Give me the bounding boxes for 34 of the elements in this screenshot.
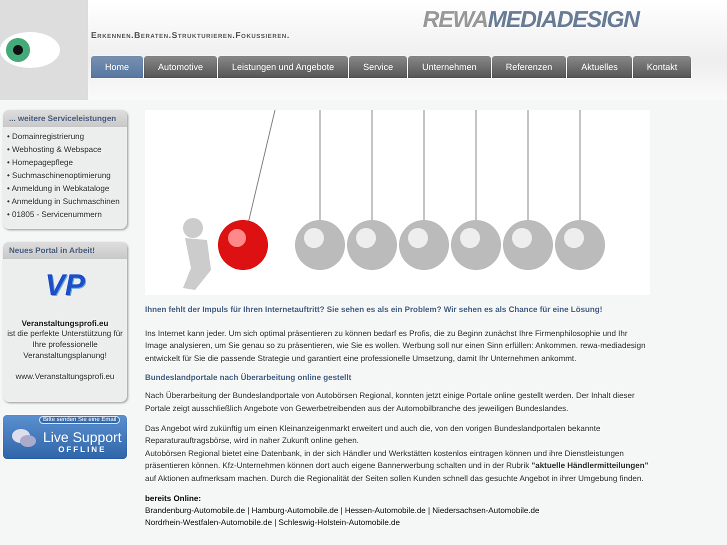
service-link[interactable]: • Domainregistrierung	[3, 130, 127, 143]
logo[interactable]: REWAMEDIADESIGN	[422, 6, 639, 33]
chat-bubbles-icon	[11, 427, 37, 449]
portal-links: Brandenburg-Automobile.de | Hamburg-Automobile.de | Hessen-Automobile.de | Niedersachsen-Automobile.de	[145, 505, 540, 518]
portal-link[interactable]: www.Veranstaltungsprofi.eu	[16, 371, 114, 382]
paragraph: Nach Überarbeitung der Bundeslandportale von Autobörsen Regional, konnten jetzt einige Portale online gestellt werden. Der Inhalt dieser Portale zeigt ausschließlich Angebote von Gewerbetreibenden aus der Automobilbranche des jeweiligen Bundeslandes.	[145, 390, 636, 415]
panel-title: ... weitere Serviceleistungen	[3, 110, 127, 127]
nav-tab[interactable]: Leistungen und Angebote	[218, 56, 348, 78]
live-support-title: Live Support	[43, 428, 122, 444]
nav-tab[interactable]: Service	[349, 56, 408, 78]
tagline: Erkennen.Beraten.Strukturieren.Fokussieren.	[91, 30, 290, 40]
nav-tab[interactable]: Kontakt	[632, 56, 692, 78]
status-label: OFFLINE	[58, 444, 106, 454]
portal-links: Nordrhein-Westfalen-Automobile.de | Schleswig-Holstein-Automobile.de	[145, 517, 401, 530]
nav-tab[interactable]: Automotive	[144, 56, 218, 78]
nav-tab[interactable]: Unternehmen	[408, 56, 491, 78]
service-link[interactable]: • Webhosting & Webspace	[3, 143, 127, 156]
section-heading: Bundeslandportale nach Überarbeitung online gestellt	[145, 373, 352, 382]
intro-paragraph: Ins Internet kann jeder. Um sich optimal präsentieren zu können bedarf es Profis, die zu Beginn zunächst Ihre Firmenphilosophie und Ihr Image analysieren, um Sie genau so zu präsentieren, wie Sie es wollen. Werbung soll nur einen Sinn erfüllen: Ankommen. rewa-mediadesign entwickelt für Sie die passende Strategie und garantiert eine professionelle Umsetzung, damit Ihr Unternehmen ankommt.	[145, 328, 647, 365]
service-link[interactable]: • Anmeldung in Webkataloge	[3, 182, 127, 195]
nav-tab[interactable]: Aktuelles	[567, 56, 632, 78]
portal-name: Veranstaltungsprofi.eu	[22, 319, 108, 328]
nav-tab[interactable]: Home	[91, 56, 144, 78]
nav-tab[interactable]: Referenzen	[492, 56, 566, 78]
headline: Ihnen fehlt der Impuls für Ihren Internetauftritt? Sie sehen es als ein Problem? Wir sehen es als Chance für eine Lösung!	[145, 305, 604, 314]
service-link[interactable]: • Homepagepflege	[3, 156, 127, 169]
paragraph: Das Angebot wird zukünftig um einen Kleinanzeigenmarkt erweitert und auch die, von den vorigen Bundeslandportalen bekannte Reparaturauftragsbörse, wird in naher Zukunft online gehen. Autobörsen Regional bietet eine Datenbank, in der sich Händler und Werkstätten kostenlos eintragen können und ihre Dienstleistungen präsentieren können. Kfz-Unternehmen können dort auch eigene Bannerwerbung schalten und in der Rubrik "aktuelle Händlermitteilungen" auf Aktionen aufmerksam machen. Durch die Regionalität der Seiten sollen Kunden schnell das gesuchte Angebot in ihrer Umgebung finden.	[145, 423, 650, 485]
portal-logo[interactable]: VP	[44, 269, 86, 303]
panel-title: Neues Portal in Arbeit!	[3, 242, 127, 259]
service-link[interactable]: • 01805 - Servicenummern	[3, 208, 127, 221]
portal-description: ist die perfekte Unterstützung für Ihre professionelle Veranstaltungsplanung!	[7, 328, 123, 361]
online-label: bereits Online:	[145, 493, 202, 506]
service-link[interactable]: • Anmeldung in Suchmaschinen	[3, 195, 127, 208]
service-link[interactable]: • Suchmaschinenoptimierung	[3, 169, 127, 182]
